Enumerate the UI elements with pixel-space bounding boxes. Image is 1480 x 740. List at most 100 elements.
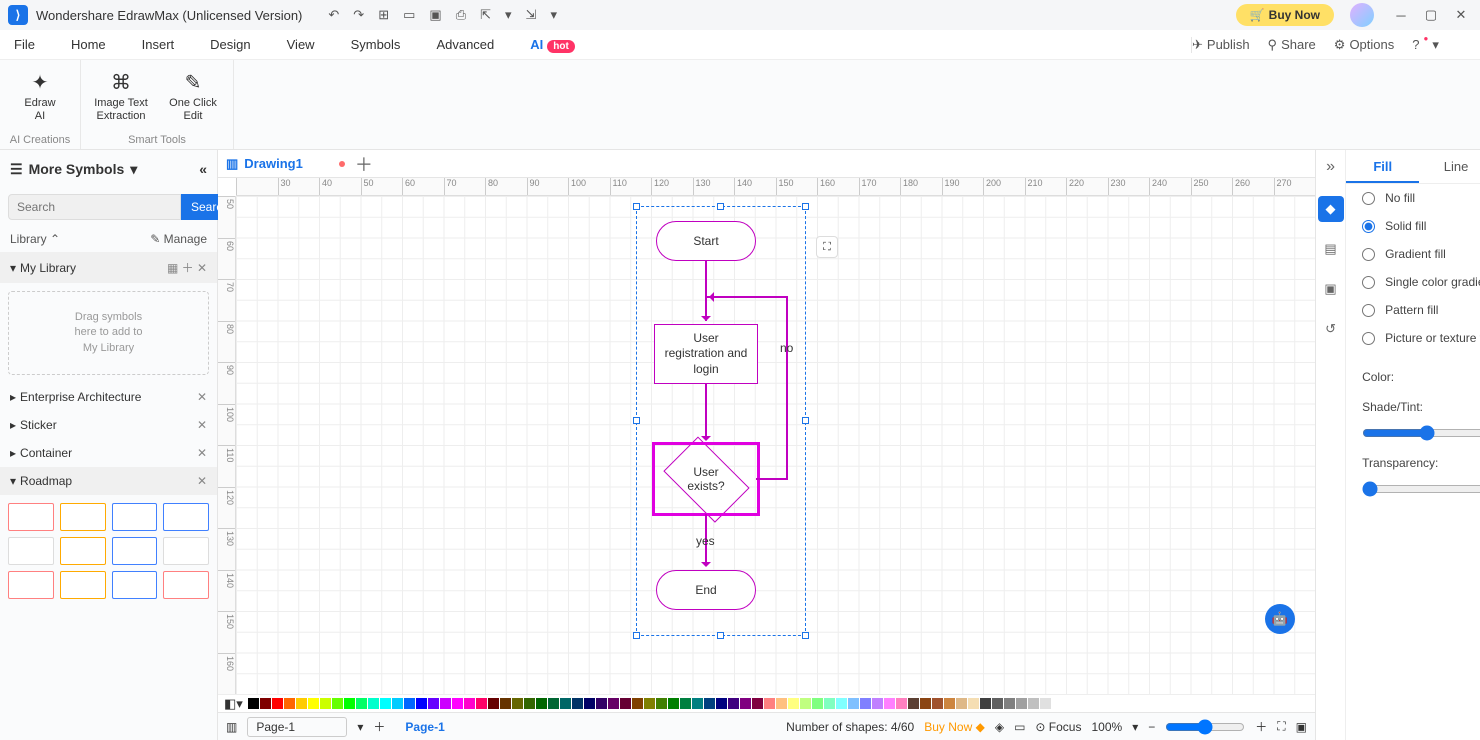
zoom-slider[interactable] [1165,719,1245,735]
color-swatch[interactable] [944,698,955,709]
color-swatch[interactable] [884,698,895,709]
page-tab[interactable]: Page-1 [405,720,444,734]
shade-tint-slider[interactable] [1362,425,1480,441]
color-swatch[interactable] [872,698,883,709]
color-swatch[interactable] [908,698,919,709]
page-dropdown-icon[interactable]: ▾ [357,720,363,734]
color-swatch[interactable] [668,698,679,709]
tab-line[interactable]: Line [1419,159,1480,174]
color-swatch[interactable] [932,698,943,709]
buy-now-link[interactable]: Buy Now ◆ [924,720,985,734]
color-swatch[interactable] [584,698,595,709]
color-swatch[interactable] [512,698,523,709]
color-swatch[interactable] [716,698,727,709]
section-enterprise[interactable]: ▸ Enterprise Architecture✕ [0,383,217,411]
focus-button[interactable]: ⊙ Focus [1035,720,1081,734]
shape-thumb[interactable] [163,571,209,599]
opt-solid-fill[interactable]: Solid fill [1346,212,1480,240]
publish-button[interactable]: ✈ Publish [1192,37,1250,53]
color-swatch[interactable] [452,698,463,709]
color-swatch[interactable] [536,698,547,709]
shape-thumb[interactable] [60,571,106,599]
buy-now-button[interactable]: 🛒 Buy Now [1236,4,1334,26]
zoom-level[interactable]: 100% [1091,720,1122,734]
tab-fill[interactable]: Fill [1346,150,1419,183]
shape-decision[interactable]: User exists? [654,444,758,514]
color-swatch[interactable] [632,698,643,709]
color-swatch[interactable] [428,698,439,709]
ai-chat-button[interactable]: 🤖 [1265,604,1295,634]
color-swatch[interactable] [1028,698,1039,709]
menu-insert[interactable]: Insert [142,37,175,52]
section-sticker[interactable]: ▸ Sticker✕ [0,411,217,439]
color-swatch[interactable] [704,698,715,709]
color-swatch[interactable] [620,698,631,709]
fill-picker-icon[interactable]: ◧▾ [224,696,243,712]
close-button[interactable]: ✕ [1450,4,1472,26]
shape-thumb[interactable] [60,503,106,531]
color-swatch[interactable] [296,698,307,709]
color-swatch[interactable] [824,698,835,709]
add-tab-button[interactable]: ＋ [355,151,373,177]
menu-file[interactable]: File [14,37,35,52]
color-swatch[interactable] [992,698,1003,709]
color-swatch[interactable] [740,698,751,709]
color-swatch[interactable] [656,698,667,709]
opt-pattern-fill[interactable]: Pattern fill [1346,296,1480,324]
zoom-in-button[interactable]: ＋ [1255,718,1267,735]
menu-design[interactable]: Design [210,37,250,52]
color-swatch[interactable] [812,698,823,709]
color-swatch[interactable] [284,698,295,709]
section-container[interactable]: ▸ Container✕ [0,439,217,467]
manage-button[interactable]: ✎ Manage [150,232,207,246]
shape-start[interactable]: Start [656,221,756,261]
qat-dropdown2-icon[interactable]: ▾ [550,7,557,23]
shape-thumb[interactable] [112,537,158,565]
layout-tab-icon[interactable]: ▣ [1318,276,1344,302]
shape-thumb[interactable] [8,503,54,531]
color-swatch[interactable] [368,698,379,709]
undo-icon[interactable]: ↶ [328,7,339,23]
zoom-out-button[interactable]: − [1148,720,1155,734]
color-swatch[interactable] [836,698,847,709]
color-swatch[interactable] [488,698,499,709]
color-swatch[interactable] [800,698,811,709]
layers-icon[interactable]: ◈ [995,720,1004,734]
redo-icon[interactable]: ↷ [353,7,364,23]
qat-dropdown-icon[interactable]: ▾ [505,7,512,23]
user-avatar[interactable] [1350,3,1374,27]
pages-icon[interactable]: ▥ [226,720,237,734]
presentation-icon[interactable]: ▭ [1014,720,1025,734]
color-swatch[interactable] [1004,698,1015,709]
color-swatch[interactable] [920,698,931,709]
shape-thumb[interactable] [112,571,158,599]
text-tab-icon[interactable]: ▤ [1318,236,1344,262]
history-tab-icon[interactable]: ↺ [1318,316,1344,342]
menu-symbols[interactable]: Symbols [351,37,401,52]
shape-thumb[interactable] [163,537,209,565]
color-swatch[interactable] [380,698,391,709]
style-tab-icon[interactable]: ◆ [1318,196,1344,222]
color-swatch[interactable] [464,698,475,709]
menu-advanced[interactable]: Advanced [436,37,494,52]
color-swatch[interactable] [356,698,367,709]
export-icon[interactable]: ⇱ [480,7,491,23]
quick-action-icon[interactable]: ⛶ [816,236,838,258]
color-swatch[interactable] [752,698,763,709]
shape-thumb[interactable] [163,503,209,531]
transparency-slider[interactable] [1362,481,1480,497]
color-swatch[interactable] [980,698,991,709]
shape-thumb[interactable] [8,537,54,565]
search-input[interactable] [8,194,181,220]
opt-single-gradient[interactable]: Single color gradient fill [1346,268,1480,296]
print-icon[interactable]: ⎙ [456,7,466,23]
color-swatch[interactable] [848,698,859,709]
one-click-edit-button[interactable]: ✎One Click Edit [157,71,229,123]
shape-end[interactable]: End [656,570,756,610]
color-swatch[interactable] [728,698,739,709]
options-button[interactable]: ⚙ Options [1334,37,1394,53]
color-swatch[interactable] [692,698,703,709]
color-swatch[interactable] [560,698,571,709]
color-swatch[interactable] [1052,698,1063,709]
page-selector[interactable]: Page-1 [247,717,347,737]
